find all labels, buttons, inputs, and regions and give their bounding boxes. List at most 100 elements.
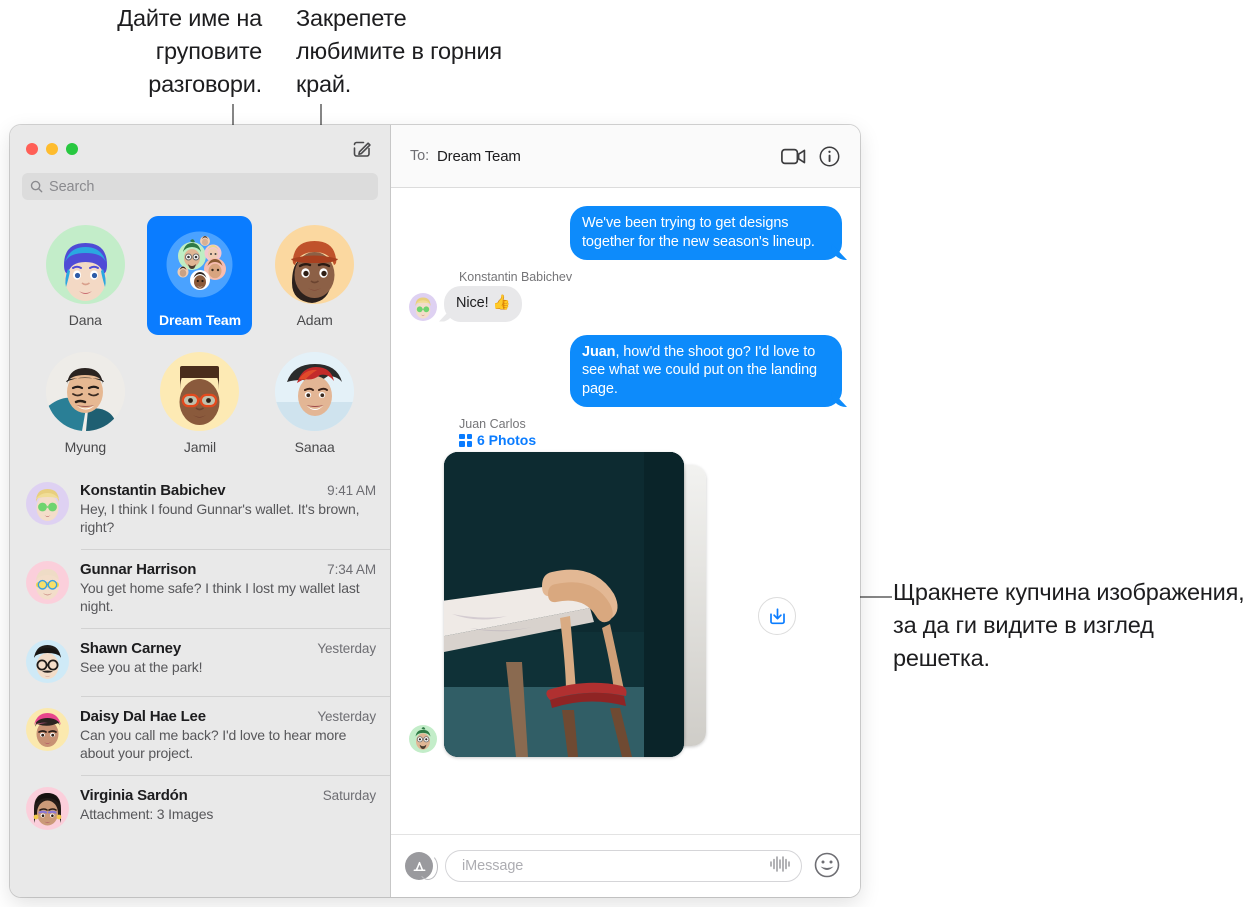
conversation-item-daisy-dal-hae-lee[interactable]: Daisy Dal Hae Lee Yesterday Can you call… xyxy=(10,696,390,775)
photo-layer-front xyxy=(444,452,684,757)
conversation-item-virginia-sardon[interactable]: Virginia Sardón Saturday Attachment: 3 I… xyxy=(10,775,390,843)
conversation-body: Gunnar Harrison 7:34 AM You get home saf… xyxy=(80,561,376,615)
mention-juan: Juan xyxy=(582,343,616,360)
avatar xyxy=(275,225,355,304)
conversation-name: Gunnar Harrison xyxy=(80,561,197,578)
avatar xyxy=(409,292,437,321)
pinned-item-label: Dream Team xyxy=(158,312,241,328)
conversation-item-gunnar-harrison[interactable]: Gunnar Harrison 7:34 AM You get home saf… xyxy=(10,549,390,628)
conversation-header: Shawn Carney Yesterday xyxy=(80,640,376,657)
message-bubble[interactable]: We've been trying to get designs togethe… xyxy=(570,206,842,260)
to-label: To: xyxy=(410,148,430,164)
avatar xyxy=(160,225,240,304)
photo-attachment: Juan Carlos 6 Photos xyxy=(409,417,842,757)
conversation-name: Shawn Carney xyxy=(80,640,181,657)
avatar xyxy=(26,482,69,525)
conversation-header: Virginia Sardón Saturday xyxy=(80,787,376,804)
minimize-button[interactable] xyxy=(46,143,58,155)
avatar xyxy=(45,352,125,431)
pinned-item-jamil[interactable]: Jamil xyxy=(147,343,252,462)
conversation-time: Yesterday xyxy=(317,709,376,724)
conversation-time: 7:34 AM xyxy=(327,562,376,577)
avatar xyxy=(26,787,69,830)
conversation-preview: Hey, I think I found Gunnar's wallet. It… xyxy=(80,501,360,535)
conversation-body: Konstantin Babichev 9:41 AM Hey, I think… xyxy=(80,482,376,536)
pinned-item-sanaa[interactable]: Sanaa xyxy=(262,343,367,462)
conversation-body: Virginia Sardón Saturday Attachment: 3 I… xyxy=(80,787,376,830)
sender-name: Konstantin Babichev xyxy=(459,270,573,284)
window-titlebar xyxy=(10,125,390,173)
photo-stack[interactable] xyxy=(444,452,796,757)
avatar xyxy=(160,352,240,431)
conversation-header: Konstantin Babichev 9:41 AM xyxy=(80,482,376,499)
conversation-time: 9:41 AM xyxy=(327,483,376,498)
pinned-item-adam[interactable]: Adam xyxy=(262,216,367,335)
callout-group-name-text: Дайте име на груповите разговори. xyxy=(117,5,262,97)
conversation-name: Daisy Dal Hae Lee xyxy=(80,708,206,725)
grid-2x2-icon xyxy=(459,433,472,447)
search-placeholder: Search xyxy=(49,178,95,195)
zoom-button[interactable] xyxy=(66,143,78,155)
avatar xyxy=(26,708,69,751)
conversation-header: Gunnar Harrison 7:34 AM xyxy=(80,561,376,578)
conversation-item-shawn-carney[interactable]: Shawn Carney Yesterday See you at the pa… xyxy=(10,628,390,696)
incoming-message-group: Konstantin Babichev Nice! 👍 xyxy=(409,270,842,322)
pinned-item-dana[interactable]: Dana xyxy=(33,216,138,335)
pinned-item-label: Dana xyxy=(68,312,102,328)
search-input[interactable]: Search xyxy=(22,173,378,200)
search-icon xyxy=(30,180,43,193)
callout-pin-favorites-text: Закрепете любимите в горния край. xyxy=(296,5,502,97)
message-composer: iMessage xyxy=(391,834,860,897)
thread-header: To: Dream Team xyxy=(391,125,860,188)
pinned-item-myung[interactable]: Myung xyxy=(33,343,138,462)
close-button[interactable] xyxy=(26,143,38,155)
pinned-item-label: Myung xyxy=(64,439,107,455)
pinned-item-label: Sanaa xyxy=(294,439,335,455)
download-icon[interactable] xyxy=(758,597,796,635)
conversation-time: Saturday xyxy=(322,788,376,803)
screenshot-root: Дайте име на груповите разговори. Закреп… xyxy=(0,0,1248,907)
avatar xyxy=(45,225,125,304)
conversation-header: Daisy Dal Hae Lee Yesterday xyxy=(80,708,376,725)
attachment-meta: Juan Carlos 6 Photos xyxy=(459,417,842,448)
message-row-outgoing: Juan, how'd the shoot go? I'd love to se… xyxy=(409,334,842,407)
message-bubble[interactable]: Juan, how'd the shoot go? I'd love to se… xyxy=(570,334,842,407)
audio-waveform-icon[interactable] xyxy=(769,855,791,878)
messages-window: Search Dana Dream Team Adam Myung Jamil … xyxy=(10,125,860,897)
pinned-item-label: Jamil xyxy=(183,439,217,455)
traffic-lights xyxy=(26,143,78,155)
pinned-item-label: Adam xyxy=(296,312,333,328)
message-thread: To: Dream Team We've been trying to get … xyxy=(391,125,860,897)
avatar xyxy=(26,640,69,683)
imessage-input[interactable]: iMessage xyxy=(445,850,802,882)
conversation-body: Shawn Carney Yesterday See you at the pa… xyxy=(80,640,376,683)
conversation-preview: Can you call me back? I'd love to hear m… xyxy=(80,727,347,761)
avatar xyxy=(275,352,355,431)
app-store-icon[interactable] xyxy=(405,852,438,880)
video-camera-icon[interactable] xyxy=(779,142,807,170)
message-bubble[interactable]: Nice! 👍 xyxy=(444,286,523,322)
pinned-item-dream-team[interactable]: Dream Team xyxy=(147,216,253,335)
message-row-outgoing: We've been trying to get designs togethe… xyxy=(409,206,842,260)
message-text: , how'd the shoot go? I'd love to see wh… xyxy=(582,343,818,397)
sidebar: Search Dana Dream Team Adam Myung Jamil … xyxy=(10,125,391,897)
message-row-incoming: Nice! 👍 xyxy=(409,286,842,322)
info-circle-icon[interactable] xyxy=(815,142,843,170)
recipient-name[interactable]: Dream Team xyxy=(437,148,521,165)
callout-photo-stack-text: Щракнете купчина изображения, за да ги в… xyxy=(893,579,1245,671)
conversation-name: Virginia Sardón xyxy=(80,787,188,804)
smiley-face-icon[interactable] xyxy=(814,852,842,880)
conversation-body: Daisy Dal Hae Lee Yesterday Can you call… xyxy=(80,708,376,762)
photo-count-link[interactable]: 6 Photos xyxy=(459,432,842,448)
conversation-preview: Attachment: 3 Images xyxy=(80,806,214,822)
conversation-preview: You get home safe? I think I lost my wal… xyxy=(80,580,360,614)
conversation-item-konstantin-babichev[interactable]: Konstantin Babichev 9:41 AM Hey, I think… xyxy=(10,470,390,549)
avatar xyxy=(409,725,437,753)
pinned-conversations: Dana Dream Team Adam Myung Jamil Sanaa xyxy=(10,210,390,470)
conversation-name: Konstantin Babichev xyxy=(80,482,226,499)
avatar xyxy=(26,561,69,604)
compose-icon[interactable] xyxy=(351,138,373,160)
photo-count-label: 6 Photos xyxy=(477,432,537,448)
photo-stack-row xyxy=(409,452,842,757)
conversation-preview: See you at the park! xyxy=(80,659,203,675)
